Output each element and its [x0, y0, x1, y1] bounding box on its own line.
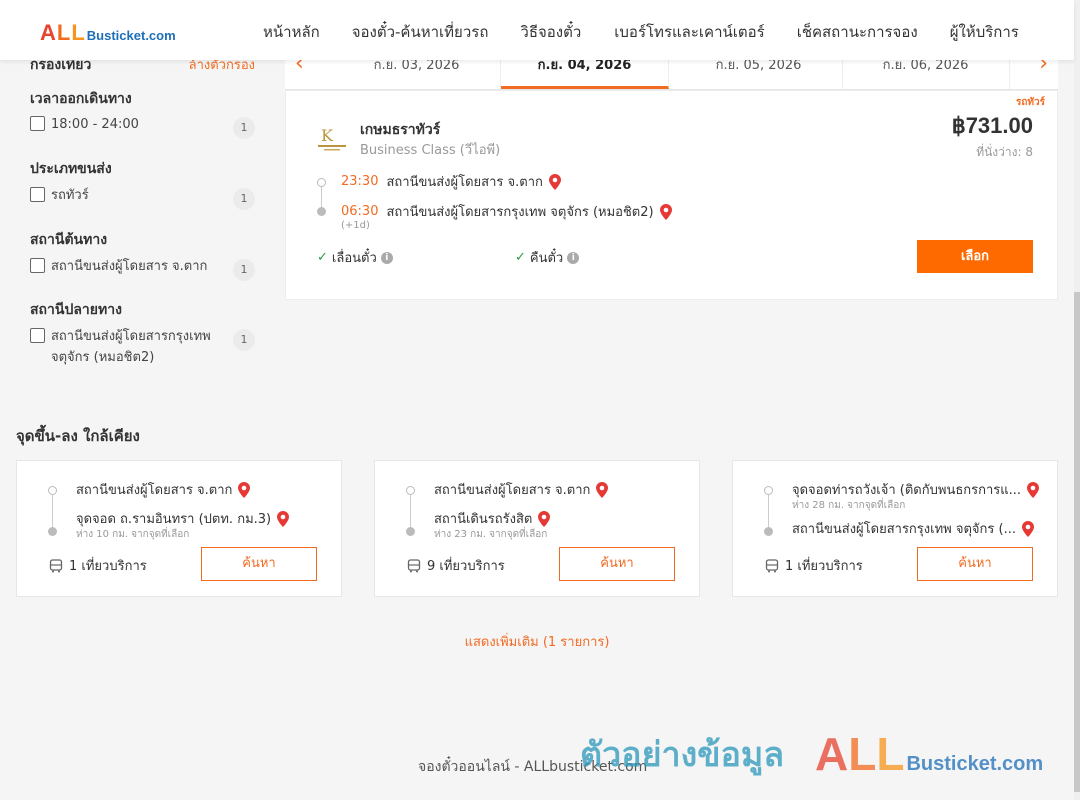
feature-change-ticket: ✓ เลื่อนตั๋ว i [317, 247, 393, 268]
destination-dot-icon [48, 527, 57, 536]
map-pin-icon[interactable] [596, 481, 609, 498]
count-badge: 1 [233, 117, 255, 139]
bus-icon [49, 558, 63, 572]
destination-dot-icon [317, 207, 326, 216]
search-nearby-button[interactable]: ค้นหา [559, 547, 675, 581]
transport-type-badge: รถทัวร์ [1015, 97, 1045, 108]
bus-icon [407, 558, 421, 572]
main-nav: หน้าหลัก จองตั๋ว-ค้นหาเที่ยวรถ วิธีจองตั… [263, 20, 1019, 44]
nearby-stops-title: จุดขึ้น-ลง ใกล้เคียง [16, 427, 140, 445]
nearby-from: จุดจอดท่ารถวังเจ้า (ติดกับพนธกรการแ... [792, 479, 1040, 500]
checkbox[interactable] [30, 258, 45, 273]
map-pin-icon[interactable] [1021, 520, 1034, 537]
scrollbar-thumb[interactable] [1074, 292, 1080, 792]
destination-dot-icon [764, 527, 773, 536]
distance-note: ห่าง 23 กม. จากจุดที่เลือก [434, 529, 548, 540]
seats-available: ที่นั่งว่าง: 8 [976, 145, 1033, 159]
trip-price: ฿731.00 [951, 113, 1033, 138]
filter-group-transport-type: ประเภทขนส่ง [30, 161, 112, 177]
site-header: ALL Busticket.com หน้าหลัก จองตั๋ว-ค้นหา… [0, 0, 1074, 60]
route-line [768, 492, 769, 530]
arrival-row: 06:30 สถานีขนส่งผู้โดยสารกรุงเทพ จตุจักร… [341, 201, 672, 222]
check-icon: ✓ [515, 250, 526, 265]
map-pin-icon[interactable] [238, 481, 251, 498]
check-icon: ✓ [317, 250, 328, 265]
select-trip-button[interactable]: เลือก [917, 240, 1033, 273]
bus-icon [765, 558, 779, 572]
checkbox[interactable] [30, 116, 45, 131]
route-line [410, 492, 411, 530]
site-logo[interactable]: ALL Busticket.com [40, 20, 176, 46]
trip-count: 1 เที่ยวบริการ [765, 555, 863, 576]
nearby-to: สถานีขนส่งผู้โดยสารกรุงเทพ จตุจักร (... [792, 518, 1034, 539]
nav-how-to-book[interactable]: วิธีจองตั๋ว [520, 20, 581, 44]
map-pin-icon[interactable] [538, 510, 551, 527]
origin-dot-icon [764, 486, 773, 495]
info-icon[interactable]: i [567, 251, 580, 264]
nav-operators[interactable]: ผู้ให้บริการ [950, 20, 1019, 44]
nearby-card: สถานีขนส่งผู้โดยสาร จ.ตาก จุดจอด ถ.รามอิ… [16, 460, 342, 597]
filter-option-transport[interactable]: รถทัวร์ 1 [30, 185, 255, 210]
origin-dot-icon [317, 178, 326, 187]
departure-row: 23:30 สถานีขนส่งผู้โดยสาร จ.ตาก [341, 171, 561, 192]
departure-station: สถานีขนส่งผู้โดยสาร จ.ตาก [386, 175, 543, 190]
arrival-station: สถานีขนส่งผู้โดยสารกรุงเทพ จตุจักร (หมอช… [386, 205, 654, 220]
scrollbar-track[interactable] [1074, 0, 1080, 800]
route-line [52, 492, 53, 530]
nearby-card: จุดจอดท่ารถวังเจ้า (ติดกับพนธกรการแ... ห… [732, 460, 1058, 597]
filter-option-origin[interactable]: สถานีขนส่งผู้โดยสาร จ.ตาก 1 [30, 256, 255, 281]
search-nearby-button[interactable]: ค้นหา [917, 547, 1033, 581]
distance-note: ห่าง 10 กม. จากจุดที่เลือก [76, 529, 190, 540]
feature-refund-ticket: ✓ คืนตั๋ว i [515, 247, 580, 268]
count-badge: 1 [233, 188, 255, 210]
svg-text:K: K [321, 126, 334, 145]
search-nearby-button[interactable]: ค้นหา [201, 547, 317, 581]
map-pin-icon[interactable] [548, 173, 561, 190]
checkbox[interactable] [30, 328, 45, 343]
origin-dot-icon [48, 486, 57, 495]
filter-group-destination: สถานีปลายทาง [30, 302, 122, 318]
nav-home[interactable]: หน้าหลัก [263, 20, 320, 44]
arrival-time: 06:30 [341, 204, 379, 219]
nearby-from: สถานีขนส่งผู้โดยสาร จ.ตาก [76, 479, 251, 500]
filter-group-departure-time: เวลาออกเดินทาง [30, 91, 132, 107]
trip-card: รถทัวร์ K เกษมธราทัวร์ Business Class (ว… [285, 90, 1058, 300]
departure-time: 23:30 [341, 174, 379, 189]
next-day-indicator: (+1d) [341, 220, 370, 231]
filter-option-destination[interactable]: สถานีขนส่งผู้โดยสารกรุงเทพ จตุจักร (หมอช… [30, 326, 255, 368]
watermark-text: ตัวอย่างข้อมูล [580, 735, 785, 775]
map-pin-icon[interactable] [1027, 481, 1040, 498]
watermark-logo: ALL Busticket.com [815, 728, 1044, 780]
show-more-link[interactable]: แสดงเพิ่มเติม (1 รายการ) [0, 631, 1074, 652]
filter-group-origin: สถานีต้นทาง [30, 232, 108, 248]
info-icon[interactable]: i [380, 251, 393, 264]
bus-class: Business Class (วีไอพี) [360, 143, 501, 158]
operator-name: เกษมธราทัวร์ [360, 122, 441, 138]
nav-phone-counters[interactable]: เบอร์โทรและเคาน์เตอร์ [614, 20, 764, 44]
nearby-card: สถานีขนส่งผู้โดยสาร จ.ตาก สถานีเดินรถรัง… [374, 460, 700, 597]
destination-dot-icon [406, 527, 415, 536]
nearby-from: สถานีขนส่งผู้โดยสาร จ.ตาก [434, 479, 609, 500]
map-pin-icon[interactable] [277, 510, 290, 527]
count-badge: 1 [233, 259, 255, 281]
nav-check-status[interactable]: เช็คสถานะการจอง [797, 20, 918, 44]
filter-option-time[interactable]: 18:00 - 24:00 1 [30, 114, 255, 139]
origin-dot-icon [406, 486, 415, 495]
trip-count: 9 เที่ยวบริการ [407, 555, 505, 576]
checkbox[interactable] [30, 187, 45, 202]
distance-note: ห่าง 28 กม. จากจุดที่เลือก [792, 500, 906, 511]
operator-logo: K [318, 126, 346, 151]
map-pin-icon[interactable] [659, 203, 672, 220]
nav-book-search[interactable]: จองตั๋ว-ค้นหาเที่ยวรถ [352, 20, 489, 44]
nearby-to: สถานีเดินรถรังสิต [434, 508, 551, 529]
nearby-to: จุดจอด ถ.รามอินทรา (ปตท. กม.3) [76, 508, 290, 529]
trip-count: 1 เที่ยวบริการ [49, 555, 147, 576]
count-badge: 1 [233, 329, 255, 351]
